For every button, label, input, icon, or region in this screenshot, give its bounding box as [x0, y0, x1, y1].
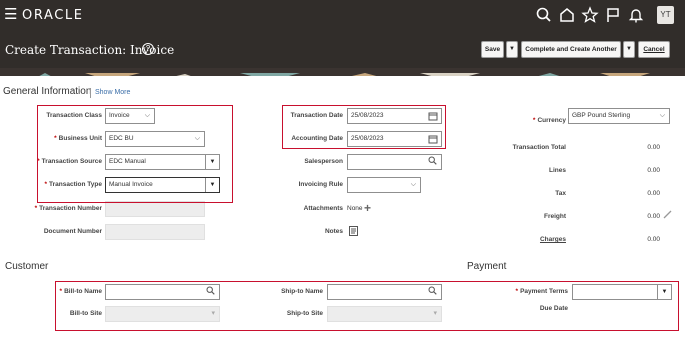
- hamburger-menu-icon[interactable]: ☰: [4, 6, 17, 24]
- transaction-type-select[interactable]: Manual Invoice ▼: [105, 177, 220, 193]
- attachments-label: Attachments: [303, 205, 343, 212]
- transaction-source-select[interactable]: EDC Manual ▼: [105, 154, 220, 170]
- dropdown-arrow-icon[interactable]: ▼: [205, 178, 219, 192]
- chevron-down-icon: ⌵: [144, 112, 150, 119]
- ship-to-name-label: Ship-to Name: [281, 288, 323, 295]
- bell-icon[interactable]: [627, 6, 645, 24]
- bill-to-site-select: ▾: [105, 306, 220, 322]
- transaction-date-input[interactable]: 25/08/2023: [347, 108, 442, 124]
- chevron-down-icon: ⌵: [194, 135, 200, 142]
- chevron-down-icon: ▾: [433, 310, 437, 317]
- notes-label: Notes: [324, 228, 343, 235]
- accounting-date-input[interactable]: 25/08/2023: [347, 131, 442, 147]
- ship-to-site-select: ▾: [327, 306, 442, 322]
- invoicing-rule-select[interactable]: ⌵: [347, 177, 421, 193]
- transaction-number-field: [105, 201, 205, 217]
- oracle-logo[interactable]: ORACLE: [22, 8, 84, 23]
- charges-value: 0.00: [647, 236, 660, 243]
- lines-value: 0.00: [647, 167, 660, 174]
- flag-icon[interactable]: [604, 6, 622, 24]
- cancel-button[interactable]: Cancel: [638, 41, 670, 58]
- business-unit-label: * Business Unit: [54, 135, 102, 142]
- payment-heading: Payment: [467, 261, 507, 272]
- separator: [90, 88, 91, 98]
- dropdown-arrow-icon[interactable]: ▼: [657, 285, 671, 299]
- save-button[interactable]: Save: [481, 41, 504, 58]
- chevron-down-icon: ⌵: [410, 181, 416, 188]
- salesperson-input[interactable]: [347, 154, 442, 170]
- search-icon[interactable]: [428, 286, 437, 299]
- salesperson-label: Salesperson: [304, 158, 343, 165]
- freight-label: Freight: [543, 213, 566, 220]
- complete-and-create-another-button[interactable]: Complete and Create Another: [521, 41, 621, 58]
- complete-menu-button[interactable]: ▼: [623, 41, 635, 58]
- document-number-field: [105, 224, 205, 240]
- save-menu-button[interactable]: ▼: [506, 41, 518, 58]
- decorative-banner: [0, 68, 685, 76]
- chevron-down-icon: ▾: [211, 310, 215, 317]
- general-information-heading: General Information: [3, 86, 92, 97]
- currency-label: * Currency: [532, 117, 566, 124]
- customer-heading: Customer: [5, 261, 49, 272]
- chevron-down-icon: ⌵: [659, 112, 665, 119]
- add-attachment-icon[interactable]: +: [364, 201, 371, 215]
- transaction-class-select[interactable]: Invoice ⌵: [105, 108, 155, 124]
- charges-label[interactable]: Charges: [540, 236, 566, 243]
- tax-value: 0.00: [647, 190, 660, 197]
- search-icon[interactable]: [535, 6, 553, 24]
- transaction-type-label: * Transaction Type: [44, 181, 102, 188]
- ship-to-name-input[interactable]: [327, 284, 442, 300]
- dropdown-arrow-icon[interactable]: ▼: [205, 155, 219, 169]
- notes-icon[interactable]: [349, 226, 358, 238]
- transaction-date-label: Transaction Date: [290, 112, 343, 119]
- calendar-icon[interactable]: [428, 111, 438, 123]
- edit-pencil-icon[interactable]: [663, 210, 672, 221]
- tax-label: Tax: [555, 190, 566, 197]
- attachments-value: None: [347, 205, 363, 212]
- help-icon[interactable]: ?: [142, 43, 154, 55]
- ship-to-site-label: Ship-to Site: [286, 310, 323, 317]
- global-header: ☰ ORACLE YT: [0, 0, 685, 31]
- search-icon[interactable]: [206, 286, 215, 299]
- business-unit-select[interactable]: EDC BU ⌵: [105, 131, 205, 147]
- freight-value: 0.00: [647, 213, 660, 220]
- transaction-class-label: Transaction Class: [46, 112, 102, 119]
- payment-terms-label: * Payment Terms: [515, 288, 568, 295]
- transaction-number-label: * Transaction Number: [34, 205, 102, 212]
- home-icon[interactable]: [558, 6, 576, 24]
- invoicing-rule-label: Invoicing Rule: [298, 181, 343, 188]
- calendar-icon[interactable]: [428, 134, 438, 146]
- due-date-label: Due Date: [539, 305, 568, 312]
- star-icon[interactable]: [581, 6, 599, 24]
- lines-label: Lines: [549, 167, 566, 174]
- accounting-date-label: Accounting Date: [291, 135, 343, 142]
- document-number-label: Document Number: [43, 228, 102, 235]
- payment-terms-select[interactable]: ▼: [572, 284, 672, 300]
- currency-select[interactable]: GBP Pound Sterling ⌵: [568, 108, 670, 124]
- search-icon[interactable]: [428, 156, 437, 169]
- transaction-total-label: Transaction Total: [512, 144, 566, 151]
- bill-to-site-label: Bill-to Site: [69, 310, 102, 317]
- bill-to-name-label: * Bill-to Name: [59, 288, 102, 295]
- user-avatar[interactable]: YT: [657, 6, 674, 24]
- transaction-total-value: 0.00: [647, 144, 660, 151]
- bill-to-name-input[interactable]: [105, 284, 220, 300]
- transaction-source-label: * Transaction Source: [37, 158, 102, 165]
- show-more-link[interactable]: Show More: [95, 89, 130, 96]
